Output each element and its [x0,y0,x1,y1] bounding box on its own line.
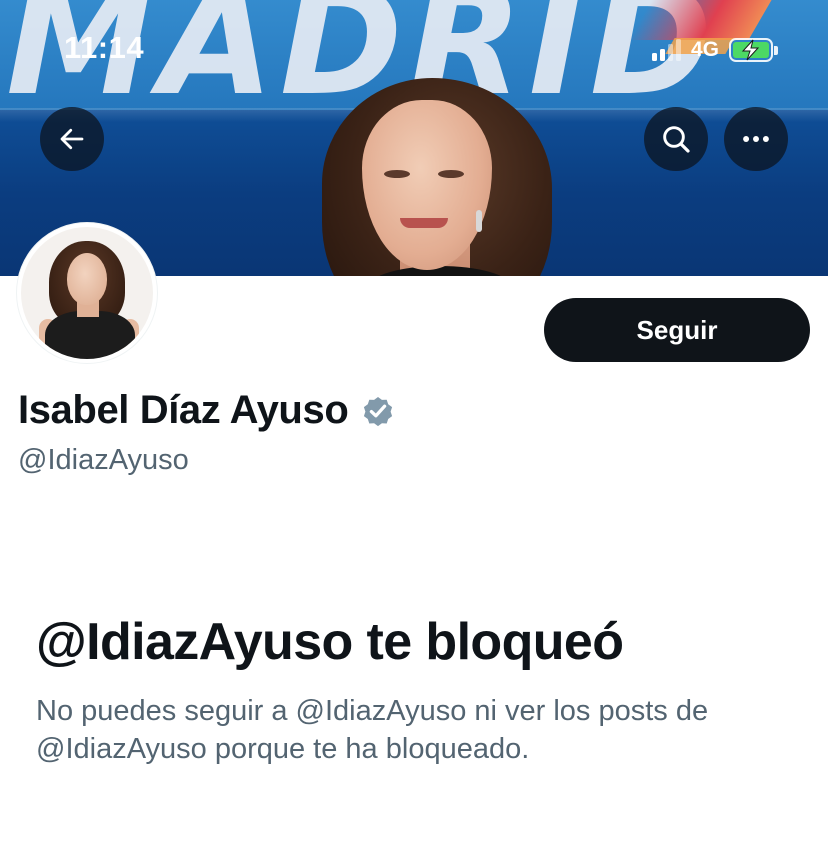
blocked-title: @IdiazAyuso te bloqueó [36,613,624,671]
display-name: Isabel Díaz Ayuso [18,388,349,432]
search-icon [663,126,690,153]
more-button[interactable] [724,107,788,171]
battery-icon [729,38,779,62]
profile-screen: MADRID 11:14 4G Seguir Isabel Díaz Ayuso… [0,0,828,844]
network-type: 4G [691,38,720,61]
status-time: 11:14 [64,30,145,65]
signal-icon [652,39,681,61]
profile-name-row: Isabel Díaz Ayuso [18,388,396,433]
follow-button[interactable]: Seguir [544,298,810,362]
verified-badge-icon[interactable] [360,393,396,429]
back-button[interactable] [40,107,104,171]
status-indicators: 4G [652,36,779,64]
avatar[interactable] [16,222,158,364]
more-horizontal-icon [743,136,769,142]
avatar-photo [21,227,153,359]
banner-photo-person [300,70,570,276]
banner-stripe [628,0,772,40]
arrow-left-icon [60,128,84,150]
charging-bolt-icon [741,39,760,61]
search-button[interactable] [644,107,708,171]
profile-handle: @IdiazAyuso [18,444,189,476]
blocked-description: No puedes seguir a @IdiazAyuso ni ver lo… [36,695,709,765]
